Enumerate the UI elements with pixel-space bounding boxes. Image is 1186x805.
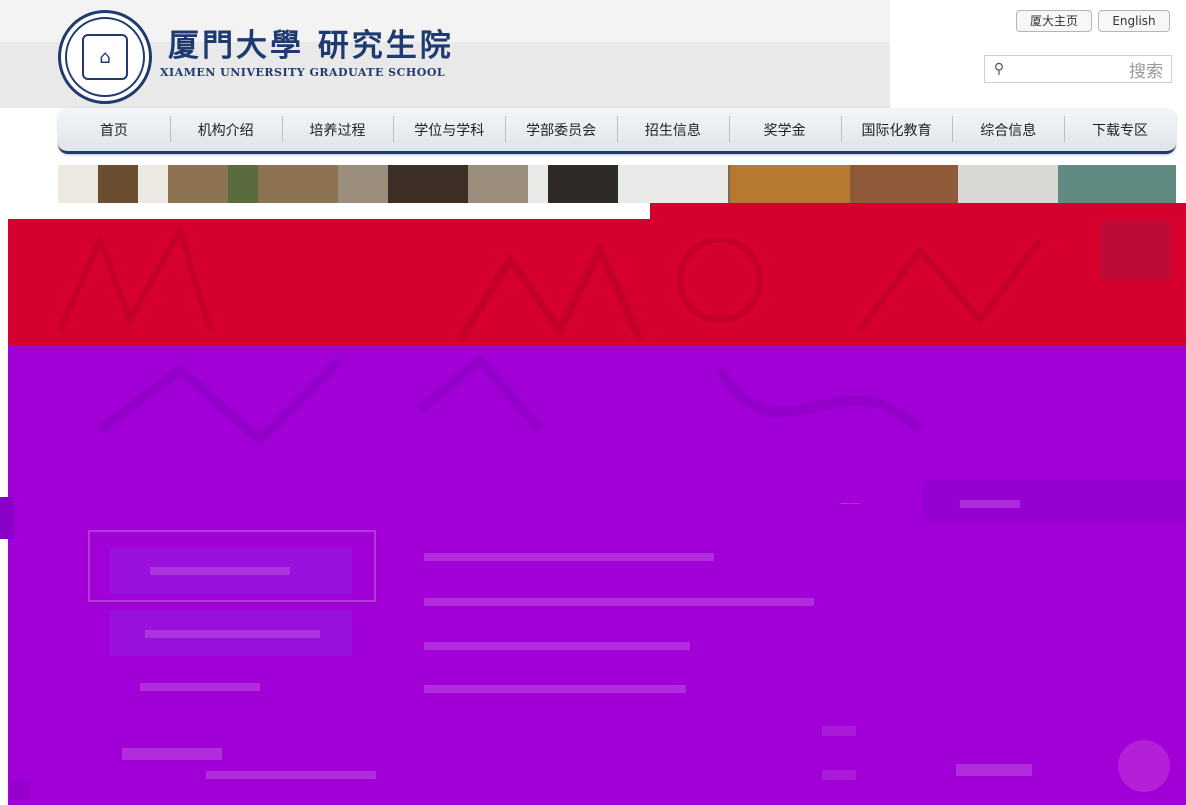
search-button[interactable]: 搜索 — [1125, 57, 1167, 82]
faint-text-line — [960, 500, 1020, 508]
search-input[interactable] — [1011, 58, 1107, 80]
english-link[interactable]: English — [1098, 10, 1170, 32]
faint-text-line — [424, 553, 714, 561]
nav-item-general-info[interactable]: 综合信息 — [952, 115, 1064, 142]
faint-text-line — [206, 771, 376, 779]
seal-emblem-icon: ⌂ — [82, 34, 128, 80]
faint-text-line — [424, 642, 690, 650]
nav-item-about[interactable]: 机构介绍 — [169, 115, 282, 142]
faint-text-line — [122, 748, 222, 760]
logo-title[interactable]: 厦門大學 研究生院 — [168, 20, 454, 65]
more-link-faint: —— — [840, 498, 860, 509]
faint-text-line — [424, 685, 686, 693]
faint-circle-icon — [1118, 740, 1170, 792]
nav-item-committee[interactable]: 学部委员会 — [505, 115, 617, 142]
xmu-homepage-link[interactable]: 厦大主页 — [1016, 10, 1092, 32]
nav-item-home[interactable]: 首页 — [58, 120, 170, 140]
faint-text-line — [424, 598, 814, 606]
search-box: ⚲ 搜索 — [984, 55, 1172, 83]
nav-item-training[interactable]: 培养过程 — [281, 115, 394, 142]
nav-item-degrees[interactable]: 学位与学科 — [393, 115, 505, 142]
faint-mark — [822, 770, 856, 780]
faint-text-line — [140, 683, 260, 691]
nav-item-scholarships[interactable]: 奖学金 — [728, 115, 841, 142]
faint-mark — [822, 726, 856, 736]
university-seal-logo[interactable]: ⌂ — [58, 10, 152, 104]
nav-item-downloads[interactable]: 下载专区 — [1064, 115, 1176, 142]
faint-text-line — [150, 567, 290, 575]
nav-item-international[interactable]: 国际化教育 — [840, 115, 953, 142]
search-icon: ⚲ — [993, 61, 1005, 77]
red-overlay-texture — [57, 220, 1170, 343]
nav-item-admissions[interactable]: 招生信息 — [616, 115, 729, 142]
main-navigation: 首页 机构介绍 培养过程 学位与学科 学部委员会 招生信息 奖学金 国际化教育 … — [58, 108, 1176, 154]
logo-subtitle: XIAMEN UNIVERSITY GRADUATE SCHOOL — [160, 66, 446, 79]
seal-ring: ⌂ — [65, 17, 145, 97]
page: ⌂ 厦門大學 研究生院 XIAMEN UNIVERSITY GRADUATE S… — [0, 0, 1186, 805]
purple-overlay-tab — [0, 497, 14, 539]
faint-mark — [10, 780, 30, 800]
faint-text-line — [145, 630, 320, 638]
faint-text-line — [956, 764, 1032, 776]
